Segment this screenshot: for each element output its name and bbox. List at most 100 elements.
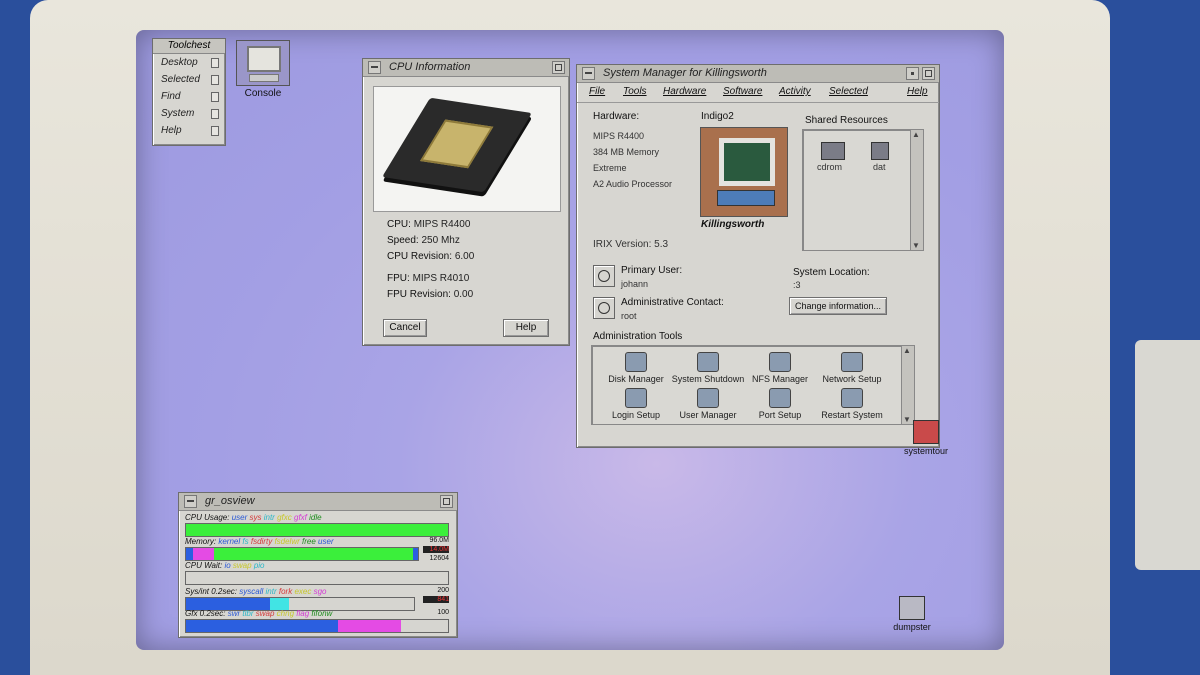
background-equipment [1135, 340, 1200, 570]
cpu-usage-legend: CPU Usage: user sys intr gfxc gfxf idle [185, 513, 322, 522]
user-manager-tool[interactable]: User Manager [668, 388, 748, 420]
menu-software[interactable]: Software [723, 86, 762, 97]
primary-user-label: Primary User: [621, 265, 683, 276]
admin-contact-label: Administrative Contact: [621, 297, 724, 308]
gr-osview-window: gr_osview CPU Usage: user sys intr gfxc … [178, 492, 458, 638]
system-location-label: System Location: [793, 267, 870, 278]
memory-value-2: 14.0M [423, 546, 449, 553]
fpu-row: FPU: MIPS R4010 [387, 273, 470, 284]
dat-label: dat [873, 162, 886, 172]
change-information-button[interactable]: Change information... [789, 297, 887, 315]
osview-title: gr_osview [205, 495, 255, 507]
disk-manager-icon [625, 352, 647, 372]
fpu-revision-row: FPU Revision: 0.00 [387, 289, 474, 300]
restart-system-icon [841, 388, 863, 408]
memory-value-1: 96.0M [429, 537, 449, 544]
shared-resources-list: cdrom dat [802, 129, 924, 251]
menubar: File Tools Hardware Software Activity Se… [577, 83, 939, 103]
system-shutdown-icon [697, 352, 719, 372]
memory-value-3: 12604 [429, 555, 449, 562]
cpu-chip-icon [382, 97, 532, 193]
systemtour-desktop-icon[interactable]: systemtour [896, 420, 956, 456]
machine-model: Indigo2 [701, 111, 734, 122]
cpu-window-titlebar[interactable]: CPU Information [363, 59, 569, 77]
network-setup-tool[interactable]: Network Setup [812, 352, 892, 384]
memory-legend: Memory: kernel fs fsdirty fsdelwr free u… [185, 537, 334, 546]
admin-tools-scrollbar[interactable] [901, 346, 914, 424]
toolchest-item-help[interactable]: Help [153, 122, 225, 139]
memory-free-fill [213, 548, 414, 560]
window-menu-icon[interactable] [368, 61, 381, 74]
desktop-screen: Toolchest Desktop Selected Find System H… [136, 30, 1004, 650]
menu-activity[interactable]: Activity [779, 86, 811, 97]
contact-icon[interactable] [593, 297, 615, 319]
cdrom-icon[interactable] [821, 142, 845, 160]
cpu-idle-fill [186, 524, 448, 536]
hardware-label: Hardware: [593, 111, 640, 122]
dumpster-desktop-icon[interactable]: dumpster [882, 596, 942, 632]
administration-tools-list: Disk Manager System Shutdown NFS Manager… [591, 345, 915, 425]
minimize-icon[interactable] [440, 495, 453, 508]
indigo2-workstation-icon[interactable] [700, 127, 788, 217]
cpu-wait-bar [185, 571, 449, 585]
syscall-value-2: 841 [423, 596, 449, 603]
primary-user-value: johann [621, 279, 649, 289]
dat-tape-icon[interactable] [871, 142, 889, 160]
shared-resources-label: Shared Resources [805, 115, 888, 126]
syscall-legend: Sys/int 0.2sec: syscall intr fork exec s… [185, 587, 327, 596]
gfx-bar [185, 619, 449, 633]
help-button[interactable]: Help [503, 319, 549, 337]
nfs-manager-icon [769, 352, 791, 372]
cpu-row: CPU: MIPS R4400 [387, 219, 471, 230]
port-setup-tool[interactable]: Port Setup [740, 388, 820, 420]
memory-kernel-fill [186, 548, 193, 560]
shared-scrollbar[interactable] [910, 130, 923, 250]
speed-row: Speed: 250 Mhz [387, 235, 460, 246]
machine-name: Killingsworth [701, 219, 765, 230]
user-icon[interactable] [593, 265, 615, 287]
cancel-button[interactable]: Cancel [383, 319, 427, 337]
cpu-information-window: CPU Information CPU: MIPS R4400 Speed: 2… [362, 58, 570, 346]
osview-titlebar[interactable]: gr_osview [179, 493, 457, 511]
menu-help[interactable]: Help [907, 86, 928, 97]
hardware-cpu: MIPS R4400 [593, 131, 645, 141]
cdrom-label: cdrom [817, 162, 843, 172]
restart-system-tool[interactable]: Restart System [812, 388, 892, 420]
console-desktop-icon[interactable]: Console [232, 40, 294, 104]
toolchest: Toolchest Desktop Selected Find System H… [152, 38, 226, 146]
toolchest-item-desktop[interactable]: Desktop [153, 54, 225, 71]
menu-hardware[interactable]: Hardware [663, 86, 706, 97]
administration-tools-label: Administration Tools [593, 331, 683, 342]
nfs-manager-tool[interactable]: NFS Manager [740, 352, 820, 384]
menu-tools[interactable]: Tools [623, 86, 647, 97]
gfx-value: 100 [437, 609, 449, 616]
login-setup-tool[interactable]: Login Setup [596, 388, 676, 420]
maximize-icon[interactable] [922, 67, 935, 80]
dumpster-icon [899, 596, 925, 620]
system-manager-window: System Manager for Killingsworth File To… [576, 64, 940, 448]
cpu-wait-legend: CPU Wait: io swap pio [185, 561, 265, 570]
gfx-legend: Gfx 0.2sec: swr tlbr swap chng flag fifo… [185, 609, 333, 618]
minimize-icon[interactable] [552, 61, 565, 74]
window-menu-icon[interactable] [582, 67, 595, 80]
system-shutdown-tool[interactable]: System Shutdown [668, 352, 748, 384]
gfx-swap-fill [337, 620, 401, 632]
toolchest-item-find[interactable]: Find [153, 88, 225, 105]
syscall-value-1: 200 [437, 587, 449, 594]
disk-manager-tool[interactable]: Disk Manager [596, 352, 676, 384]
minimize-icon[interactable] [906, 67, 919, 80]
window-menu-icon[interactable] [184, 495, 197, 508]
admin-contact-value: root [621, 311, 637, 321]
memory-bar [185, 547, 419, 561]
menu-file[interactable]: File [589, 86, 605, 97]
toolchest-item-system[interactable]: System [153, 105, 225, 122]
login-setup-icon [625, 388, 647, 408]
sysmgr-title: System Manager for Killingsworth [603, 67, 767, 79]
hardware-memory: 384 MB Memory [593, 147, 660, 157]
menu-selected[interactable]: Selected [829, 86, 868, 97]
toolchest-item-selected[interactable]: Selected [153, 71, 225, 88]
sysmgr-titlebar[interactable]: System Manager for Killingsworth [577, 65, 939, 83]
console-label: Console [244, 88, 282, 99]
memory-user-fill [413, 548, 418, 560]
hardware-audio: A2 Audio Processor [593, 179, 673, 189]
